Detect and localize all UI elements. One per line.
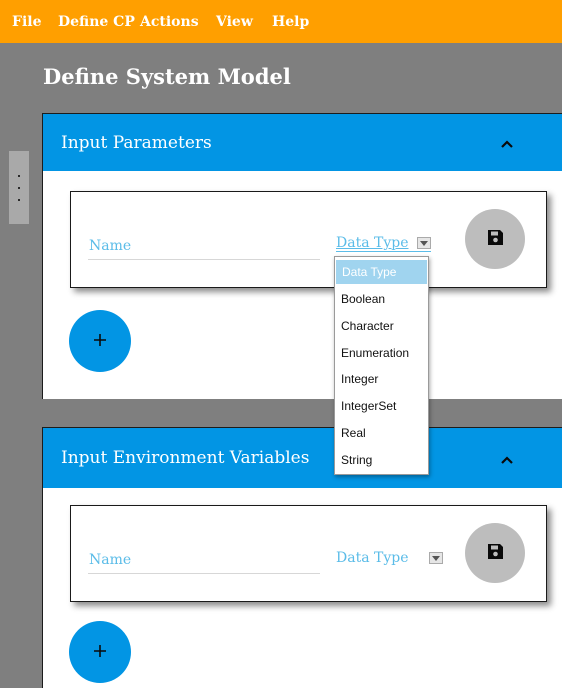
plus-icon [93, 643, 107, 662]
add-environment-variable-button[interactable] [69, 621, 131, 683]
floppy-disk-icon [487, 543, 504, 564]
menu-define-cp[interactable]: Define CP [58, 14, 135, 30]
handle-dot [18, 174, 20, 177]
page-title: Define System Model [43, 64, 291, 89]
dropdown-option-string[interactable]: String [335, 447, 428, 474]
data-type-select-value: Data Type [336, 235, 409, 251]
save-button[interactable] [465, 209, 525, 269]
input-parameters-panel: Input Parameters Name Data Type [42, 113, 562, 399]
data-type-select-value: Data Type [336, 550, 409, 566]
handle-dot [18, 186, 20, 189]
dropdown-arrow-icon[interactable] [428, 552, 443, 564]
dropdown-option-character[interactable]: Character [335, 313, 428, 340]
input-parameters-title: Input Parameters [61, 132, 212, 153]
add-parameter-button[interactable] [69, 310, 131, 372]
data-type-select[interactable]: Data Type [336, 550, 443, 566]
handle-dot [18, 198, 20, 201]
dropdown-option-boolean[interactable]: Boolean [335, 286, 428, 313]
input-parameters-header[interactable]: Input Parameters [43, 114, 562, 171]
input-environment-variable-card: Name Data Type [70, 505, 547, 602]
input-environment-variables-panel: Input Environment Variables Name Data Ty… [42, 427, 562, 688]
name-input[interactable]: Name [88, 548, 320, 574]
data-type-dropdown-list: Data Type Boolean Character Enumeration … [334, 256, 429, 475]
menu-help[interactable]: Help [272, 14, 309, 30]
data-type-select[interactable]: Data Type [336, 235, 431, 252]
plus-icon [93, 332, 107, 351]
save-button[interactable] [465, 523, 525, 583]
dropdown-option-data-type[interactable]: Data Type [336, 260, 427, 284]
dropdown-option-real[interactable]: Real [335, 420, 428, 447]
menu-bar: File Define CP Actions View Help [0, 0, 562, 43]
chevron-up-icon[interactable] [495, 448, 519, 472]
dropdown-option-integerset[interactable]: IntegerSet [335, 393, 428, 420]
menu-file[interactable]: File [12, 14, 41, 30]
menu-actions[interactable]: Actions [140, 14, 199, 30]
name-input[interactable]: Name [88, 234, 320, 260]
sidebar-drag-handle[interactable] [9, 151, 29, 224]
menu-view[interactable]: View [216, 14, 253, 30]
dropdown-option-integer[interactable]: Integer [335, 366, 428, 393]
floppy-disk-icon [487, 229, 504, 250]
dropdown-option-enumeration[interactable]: Enumeration [335, 340, 428, 367]
chevron-up-icon[interactable] [495, 132, 519, 156]
input-environment-variables-title: Input Environment Variables [61, 448, 310, 468]
dropdown-arrow-icon[interactable] [416, 237, 431, 249]
input-environment-variables-header[interactable]: Input Environment Variables [43, 428, 562, 488]
input-parameter-card: Name Data Type [70, 191, 547, 288]
